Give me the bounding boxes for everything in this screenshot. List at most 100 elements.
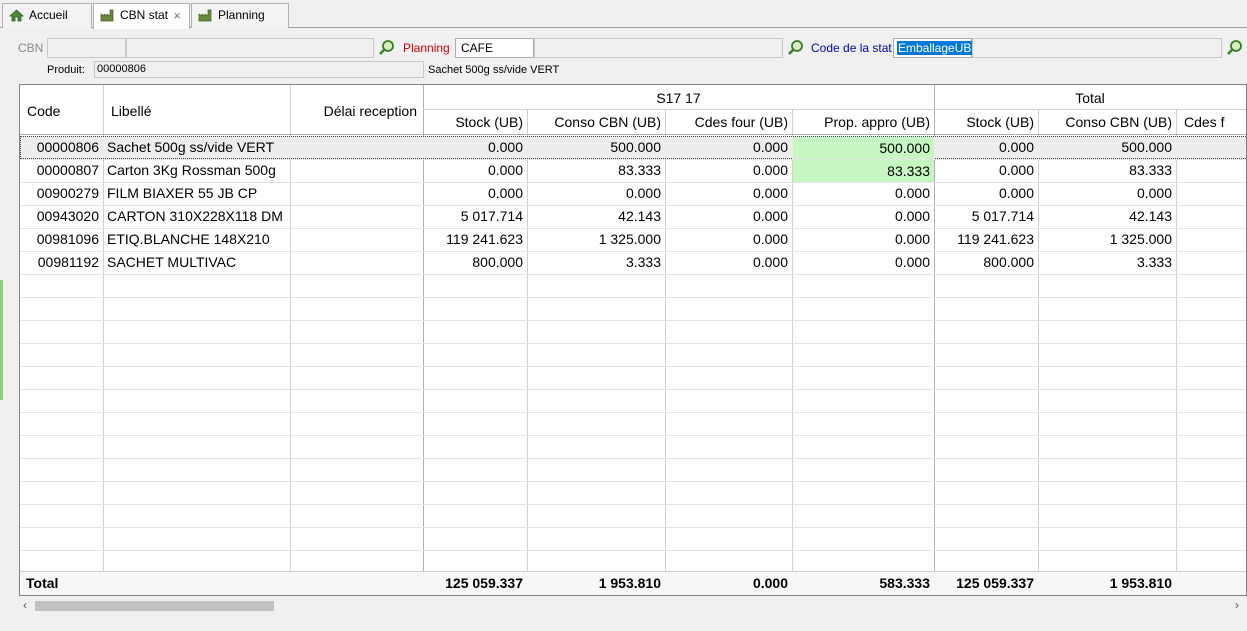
- produit-field[interactable]: 00000806: [94, 61, 424, 78]
- total-prop-appro: 583.333: [879, 575, 930, 591]
- cell-delai[interactable]: [290, 182, 423, 205]
- cell-total-stock[interactable]: 0.000: [934, 182, 1038, 205]
- cell-prop-appro[interactable]: 83.333: [793, 160, 934, 182]
- cell-stock[interactable]: 800.000: [423, 251, 527, 274]
- cell-cdes-four[interactable]: 0.000: [665, 205, 792, 228]
- header-code[interactable]: Code: [27, 100, 60, 123]
- scrollbar-thumb[interactable]: [35, 601, 274, 611]
- cell-code[interactable]: 00943020: [20, 205, 103, 228]
- cell-delai[interactable]: [290, 205, 423, 228]
- cell-cdes-four[interactable]: 0.000: [665, 251, 792, 274]
- cell-cdes-four[interactable]: 0.000: [665, 182, 792, 205]
- cell-code[interactable]: 00000806: [20, 136, 103, 159]
- cbn-code-field[interactable]: [47, 38, 126, 58]
- factory-icon: [198, 9, 212, 22]
- cell-stock[interactable]: 119 241.623: [423, 228, 527, 251]
- cell-total-conso-cbn[interactable]: 3.333: [1038, 251, 1176, 274]
- cell-prop-appro[interactable]: 0.000: [792, 205, 934, 228]
- factory-icon: [100, 9, 114, 22]
- cell-delai[interactable]: [290, 251, 423, 274]
- cell-stock[interactable]: 5 017.714: [423, 205, 527, 228]
- tab-accueil-label: Accueil: [29, 8, 68, 22]
- cell-cdes-four[interactable]: 0.000: [665, 136, 792, 159]
- cell-total-stock[interactable]: 5 017.714: [934, 205, 1038, 228]
- total-total-stock: 125 059.337: [956, 575, 1034, 591]
- cell-total-conso-cbn[interactable]: 1 325.000: [1038, 228, 1176, 251]
- cell-total-conso-cbn[interactable]: 0.000: [1038, 182, 1176, 205]
- cell-delai[interactable]: [290, 136, 423, 159]
- cell-libelle[interactable]: SACHET MULTIVAC: [107, 251, 236, 274]
- total-label: Total: [26, 575, 59, 591]
- cell-total-stock[interactable]: 0.000: [934, 159, 1038, 182]
- cell-total-conso-cbn[interactable]: 83.333: [1038, 159, 1176, 182]
- cell-prop-appro[interactable]: 0.000: [792, 182, 934, 205]
- scroll-right-icon[interactable]: ›: [1235, 598, 1239, 612]
- search-icon[interactable]: [1226, 39, 1244, 57]
- cell-code[interactable]: 00981096: [20, 228, 103, 251]
- tab-planning-label: Planning: [218, 8, 265, 22]
- cell-total-stock[interactable]: 119 241.623: [934, 228, 1038, 251]
- cell-code[interactable]: 00900279: [20, 182, 103, 205]
- tab-cbn-stat-label: CBN stat: [120, 8, 169, 22]
- cell-conso-cbn[interactable]: 500.000: [527, 136, 665, 159]
- header-delai[interactable]: Délai reception: [290, 100, 423, 123]
- scroll-left-icon[interactable]: ‹: [23, 598, 27, 612]
- total-conso-cbn: 1 953.810: [598, 575, 661, 591]
- header-group-s17: S17 17: [656, 90, 701, 106]
- close-icon[interactable]: ×: [173, 4, 181, 27]
- home-icon: [9, 9, 24, 22]
- tab-accueil[interactable]: Accueil: [2, 3, 92, 28]
- header-prop-appro[interactable]: Prop. appro (UB): [792, 111, 934, 134]
- search-icon[interactable]: [378, 39, 396, 57]
- cell-prop-appro[interactable]: 500.000: [793, 137, 934, 159]
- cell-total-stock[interactable]: 800.000: [934, 251, 1038, 274]
- planning-desc-field[interactable]: [534, 38, 783, 58]
- code-stat-label: Code de la stat: [811, 41, 892, 55]
- cell-conso-cbn[interactable]: 1 325.000: [527, 228, 665, 251]
- tab-bar: Accueil CBN stat × Planning: [0, 0, 1247, 29]
- cell-conso-cbn[interactable]: 42.143: [527, 205, 665, 228]
- horizontal-scrollbar[interactable]: ‹ ›: [19, 597, 1247, 615]
- cell-conso-cbn[interactable]: 83.333: [527, 159, 665, 182]
- cell-libelle[interactable]: CARTON 310X228X118 DM: [107, 205, 283, 228]
- cell-conso-cbn[interactable]: 3.333: [527, 251, 665, 274]
- cell-cdes-four[interactable]: 0.000: [665, 228, 792, 251]
- header-total-cdes-four[interactable]: Cdes f: [1184, 111, 1224, 134]
- cell-stock[interactable]: 0.000: [423, 182, 527, 205]
- search-icon[interactable]: [787, 39, 805, 57]
- cell-libelle[interactable]: Sachet 500g ss/vide VERT: [107, 136, 274, 159]
- header-stock[interactable]: Stock (UB): [423, 111, 527, 134]
- header-group-total: Total: [1075, 90, 1105, 106]
- cell-total-conso-cbn[interactable]: 500.000: [1038, 136, 1176, 159]
- tab-cbn-stat[interactable]: CBN stat ×: [93, 3, 190, 29]
- cell-cdes-four[interactable]: 0.000: [665, 159, 792, 182]
- side-accent: [0, 280, 3, 400]
- cell-delai[interactable]: [290, 159, 423, 182]
- cell-stock[interactable]: 0.000: [423, 159, 527, 182]
- cell-prop-appro[interactable]: 0.000: [792, 228, 934, 251]
- header-cdes-four[interactable]: Cdes four (UB): [665, 111, 792, 134]
- header-conso-cbn[interactable]: Conso CBN (UB): [527, 111, 665, 134]
- cell-total-conso-cbn[interactable]: 42.143: [1038, 205, 1176, 228]
- cell-code[interactable]: 00000807: [20, 159, 103, 182]
- header-total-stock[interactable]: Stock (UB): [934, 111, 1038, 134]
- cell-delai[interactable]: [290, 228, 423, 251]
- tab-planning[interactable]: Planning: [191, 3, 289, 28]
- planning-field[interactable]: CAFE: [455, 38, 534, 58]
- planning-label: Planning: [403, 41, 450, 55]
- data-grid[interactable]: Code Libellé Délai reception S17 17 Tota…: [19, 84, 1247, 596]
- cell-total-stock[interactable]: 0.000: [934, 136, 1038, 159]
- cell-libelle[interactable]: ETIQ.BLANCHE 148X210: [107, 228, 270, 251]
- code-stat-field[interactable]: EmballageUB: [893, 38, 973, 58]
- cell-stock[interactable]: 0.000: [423, 136, 527, 159]
- produit-desc: Sachet 500g ss/vide VERT: [428, 64, 560, 76]
- cell-code[interactable]: 00981192: [20, 251, 103, 274]
- cbn-desc-field[interactable]: [126, 38, 374, 58]
- cell-prop-appro[interactable]: 0.000: [792, 251, 934, 274]
- cell-conso-cbn[interactable]: 0.000: [527, 182, 665, 205]
- cell-libelle[interactable]: Carton 3Kg Rossman 500g: [107, 159, 276, 182]
- code-stat-desc-field[interactable]: [972, 38, 1222, 58]
- cell-libelle[interactable]: FILM BIAXER 55 JB CP: [107, 182, 257, 205]
- header-total-conso-cbn[interactable]: Conso CBN (UB): [1038, 111, 1176, 134]
- header-libelle[interactable]: Libellé: [111, 100, 151, 123]
